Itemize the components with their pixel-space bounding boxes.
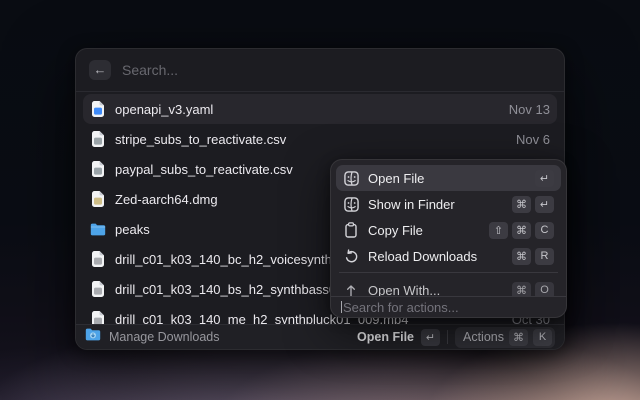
menu-item-shortcut: ⇧⌘C	[489, 222, 554, 239]
finder-icon	[344, 197, 359, 212]
menu-item-label: Copy File	[368, 223, 480, 238]
shortcut-key-badge: ⌘	[512, 282, 531, 297]
menu-item-label: Reload Downloads	[368, 249, 503, 264]
menu-divider	[339, 272, 558, 273]
shortcut-key-badge: ⇧	[489, 222, 508, 239]
footer-bar: Manage Downloads Open File ↵ Actions ⌘ K	[76, 324, 564, 349]
menu-item-label: Show in Finder	[368, 197, 503, 212]
file-name: openapi_v3.yaml	[115, 102, 500, 117]
menu-item-shortcut: ⌘R	[512, 248, 554, 265]
shortcut-key-badge: R	[535, 248, 554, 265]
arrow-left-icon: ←	[94, 62, 107, 77]
search-header: ← Search...	[76, 49, 564, 92]
document-icon	[91, 191, 105, 207]
k-key-badge: K	[533, 329, 552, 346]
menu-item-label: Open File	[368, 171, 526, 186]
actions-menu: Open File ↵ Show in Finder ⌘↵ Copy File …	[330, 159, 567, 318]
primary-action-button[interactable]: Open File	[357, 330, 414, 344]
open-with-icon	[344, 283, 358, 297]
menu-item[interactable]: Open With... ⌘O	[336, 277, 561, 296]
file-date: Nov 6	[516, 132, 550, 147]
shortcut-key-badge: ⌘	[512, 248, 531, 265]
file-name: stripe_subs_to_reactivate.csv	[115, 132, 507, 147]
back-button[interactable]: ←	[89, 60, 111, 80]
text-cursor	[341, 301, 342, 313]
menu-item-label: Open With...	[368, 283, 503, 297]
actions-button[interactable]: Actions ⌘ K	[455, 327, 555, 348]
list-item[interactable]: stripe_subs_to_reactivate.csv Nov 6	[83, 124, 557, 154]
return-key-badge: ↵	[421, 329, 440, 346]
document-icon	[91, 251, 105, 267]
actions-menu-list: Open File ↵ Show in Finder ⌘↵ Copy File …	[331, 160, 566, 296]
clipboard-icon	[344, 222, 358, 238]
menu-item-shortcut: ↵	[535, 170, 554, 187]
shortcut-key-badge: ↵	[535, 196, 554, 213]
document-icon	[91, 131, 105, 147]
list-item[interactable]: openapi_v3.yaml Nov 13	[83, 94, 557, 124]
document-icon	[91, 161, 105, 177]
menu-item-shortcut: ⌘↵	[512, 196, 554, 213]
menu-item[interactable]: Open File ↵	[336, 165, 561, 191]
file-date: Nov 13	[509, 102, 550, 117]
desktop-wallpaper: ← Search... openapi_v3.yaml Nov 13 strip…	[0, 0, 640, 400]
actions-search-input: Search for actions...	[343, 300, 459, 315]
footer-actions: Open File ↵ Actions ⌘ K	[357, 327, 555, 348]
menu-item-shortcut: ⌘O	[512, 282, 554, 297]
footer-divider	[447, 330, 448, 344]
document-icon	[91, 281, 105, 297]
search-input[interactable]: Search...	[122, 62, 178, 78]
footer-app: Manage Downloads	[85, 328, 349, 346]
cmd-key-badge: ⌘	[509, 329, 528, 346]
downloads-folder-icon	[85, 328, 101, 341]
shortcut-key-badge: ↵	[535, 170, 554, 187]
reload-icon	[344, 249, 359, 264]
document-icon	[91, 101, 105, 117]
finder-icon	[344, 171, 359, 186]
actions-search[interactable]: Search for actions...	[331, 296, 566, 317]
shortcut-key-badge: O	[535, 282, 554, 297]
actions-button-label: Actions	[463, 330, 504, 344]
shortcut-key-badge: C	[535, 222, 554, 239]
extension-name: Manage Downloads	[109, 330, 220, 344]
menu-item[interactable]: Reload Downloads ⌘R	[336, 243, 561, 269]
downloads-folder-icon-slot	[85, 328, 101, 346]
menu-item[interactable]: Copy File ⇧⌘C	[336, 217, 561, 243]
shortcut-key-badge: ⌘	[512, 222, 531, 239]
shortcut-key-badge: ⌘	[512, 196, 531, 213]
menu-item[interactable]: Show in Finder ⌘↵	[336, 191, 561, 217]
folder-icon	[90, 223, 106, 236]
